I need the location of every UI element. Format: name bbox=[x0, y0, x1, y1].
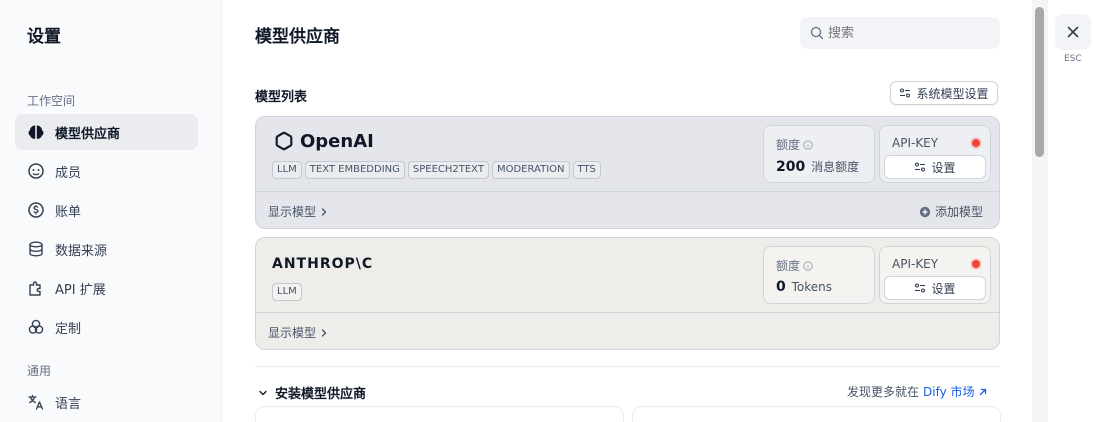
close-icon bbox=[1067, 26, 1079, 38]
main-content: 模型供应商 模型列表 系统模型设置 OpenAI LLM bbox=[222, 0, 1032, 422]
external-link-icon bbox=[979, 388, 986, 395]
page-title: 模型供应商 bbox=[255, 27, 340, 47]
status-indicator bbox=[972, 139, 980, 147]
quota-value: 200 bbox=[776, 159, 806, 175]
divider bbox=[255, 366, 1000, 367]
system-model-settings-button[interactable]: 系统模型设置 bbox=[890, 81, 998, 105]
section-label-workspace: 工作空间 bbox=[27, 94, 76, 108]
provider-card-openai: OpenAI LLM TEXT EMBEDDING SPEECH2TEXT MO… bbox=[255, 116, 1000, 229]
esc-label: ESC bbox=[1064, 54, 1082, 64]
api-key-label: API-KEY bbox=[892, 257, 939, 271]
quota-value: 0 bbox=[776, 279, 786, 295]
section-label-general: 通用 bbox=[27, 364, 52, 378]
capability-tags: LLM bbox=[272, 283, 302, 301]
model-list-title: 模型列表 bbox=[255, 90, 308, 105]
plus-circle-icon bbox=[919, 206, 931, 217]
api-key-box: API-KEY 设置 bbox=[879, 246, 991, 304]
sidebar-item-language[interactable]: 语言 bbox=[15, 384, 198, 420]
api-key-settings-label: 设置 bbox=[931, 281, 956, 296]
settings-sliders-icon bbox=[915, 283, 926, 293]
install-provider-toggle[interactable]: 安装模型供应商 bbox=[258, 383, 366, 402]
capability-tag: LLM bbox=[272, 283, 302, 301]
chevron-right-icon bbox=[321, 328, 327, 337]
sidebar-item-label: 成员 bbox=[55, 165, 82, 181]
show-models-button[interactable]: 显示模型 bbox=[268, 324, 329, 341]
discover-more: 发现更多就在 Dify 市场 bbox=[847, 383, 988, 400]
api-key-label: API-KEY bbox=[892, 136, 939, 150]
capability-tags: LLM TEXT EMBEDDING SPEECH2TEXT MODERATIO… bbox=[272, 161, 601, 179]
database-icon bbox=[27, 240, 45, 258]
sidebar-item-members[interactable]: 成员 bbox=[15, 153, 198, 189]
brain-icon bbox=[27, 123, 45, 141]
install-provider-title: 安装模型供应商 bbox=[275, 387, 367, 402]
quota-box: 额度 0 Tokens bbox=[763, 246, 875, 304]
sidebar-item-model-provider[interactable]: 模型供应商 bbox=[15, 114, 198, 150]
anthropic-logo: ANTHROP\C bbox=[272, 256, 373, 272]
openai-logo: OpenAI bbox=[272, 129, 374, 153]
install-provider-card[interactable] bbox=[632, 406, 1001, 422]
quota-unit: 消息额度 bbox=[811, 160, 860, 174]
sidebar-item-billing[interactable]: 账单 bbox=[15, 192, 198, 228]
show-models-label: 显示模型 bbox=[268, 205, 317, 219]
puzzle-icon bbox=[27, 279, 45, 297]
provider-name: ANTHROP\C bbox=[272, 256, 374, 272]
sidebar-item-api-extension[interactable]: API 扩展 bbox=[15, 270, 198, 306]
capability-tag: MODERATION bbox=[491, 161, 570, 179]
sidebar-item-label: 模型供应商 bbox=[55, 126, 121, 142]
quota-label: 额度 bbox=[776, 138, 801, 152]
openai-icon bbox=[275, 131, 293, 151]
show-models-button[interactable]: 显示模型 bbox=[268, 203, 329, 220]
search-input[interactable] bbox=[828, 25, 988, 41]
sidebar-item-label: 定制 bbox=[55, 321, 82, 337]
sidebar-item-data-source[interactable]: 数据来源 bbox=[15, 231, 198, 267]
sidebar-item-label: 语言 bbox=[55, 396, 82, 412]
chevron-right-icon bbox=[321, 207, 327, 216]
language-icon bbox=[27, 393, 45, 411]
capability-tag: TEXT EMBEDDING bbox=[304, 161, 405, 179]
capability-tag: TTS bbox=[572, 161, 601, 179]
sidebar-item-label: API 扩展 bbox=[55, 282, 106, 298]
close-button[interactable] bbox=[1055, 14, 1091, 50]
discover-text: 发现更多就在 bbox=[847, 385, 920, 399]
settings-sliders-icon bbox=[900, 88, 911, 98]
api-key-settings-button[interactable]: 设置 bbox=[884, 276, 986, 300]
system-model-settings-label: 系统模型设置 bbox=[916, 86, 989, 101]
capability-tag: SPEECH2TEXT bbox=[407, 161, 489, 179]
members-icon bbox=[27, 162, 45, 180]
card-footer: 显示模型 bbox=[256, 312, 999, 350]
api-key-settings-button[interactable]: 设置 bbox=[884, 155, 986, 179]
provider-name: OpenAI bbox=[300, 130, 374, 152]
quota-label: 额度 bbox=[776, 259, 801, 273]
capability-tag: LLM bbox=[272, 161, 302, 179]
install-provider-card[interactable] bbox=[255, 406, 624, 422]
sidebar-item-customize[interactable]: 定制 bbox=[15, 309, 198, 345]
dify-market-label: Dify 市场 bbox=[923, 385, 975, 399]
status-indicator bbox=[972, 260, 980, 268]
sidebar-title: 设置 bbox=[27, 27, 61, 47]
api-key-box: API-KEY 设置 bbox=[879, 125, 991, 183]
quota-box: 额度 200 消息额度 bbox=[763, 125, 875, 183]
provider-card-anthropic: ANTHROP\C LLM 额度 0 Tokens API-KEY 设置 显示模… bbox=[255, 237, 1000, 350]
sidebar-item-label: 账单 bbox=[55, 204, 82, 220]
show-models-label: 显示模型 bbox=[268, 326, 317, 340]
settings-sidebar: 设置 工作空间 模型供应商 成员 账单 数据来源 API 扩展 定制 通用 语言 bbox=[0, 0, 222, 422]
search-box[interactable] bbox=[800, 17, 1000, 49]
chevron-down-icon bbox=[259, 390, 267, 395]
sidebar-item-label: 数据来源 bbox=[55, 243, 108, 259]
search-icon bbox=[810, 26, 824, 40]
card-footer: 显示模型 添加模型 bbox=[256, 191, 999, 229]
add-model-button[interactable]: 添加模型 bbox=[919, 203, 983, 220]
dify-market-link[interactable]: Dify 市场 bbox=[923, 383, 988, 400]
add-model-label: 添加模型 bbox=[934, 205, 983, 219]
settings-sliders-icon bbox=[915, 162, 926, 172]
api-key-settings-label: 设置 bbox=[931, 160, 956, 175]
billing-icon bbox=[27, 201, 45, 219]
scrollbar-thumb[interactable] bbox=[1035, 7, 1044, 157]
info-icon[interactable] bbox=[803, 260, 813, 271]
quota-unit: Tokens bbox=[791, 280, 832, 294]
info-icon[interactable] bbox=[803, 139, 813, 150]
customize-icon bbox=[27, 318, 45, 336]
